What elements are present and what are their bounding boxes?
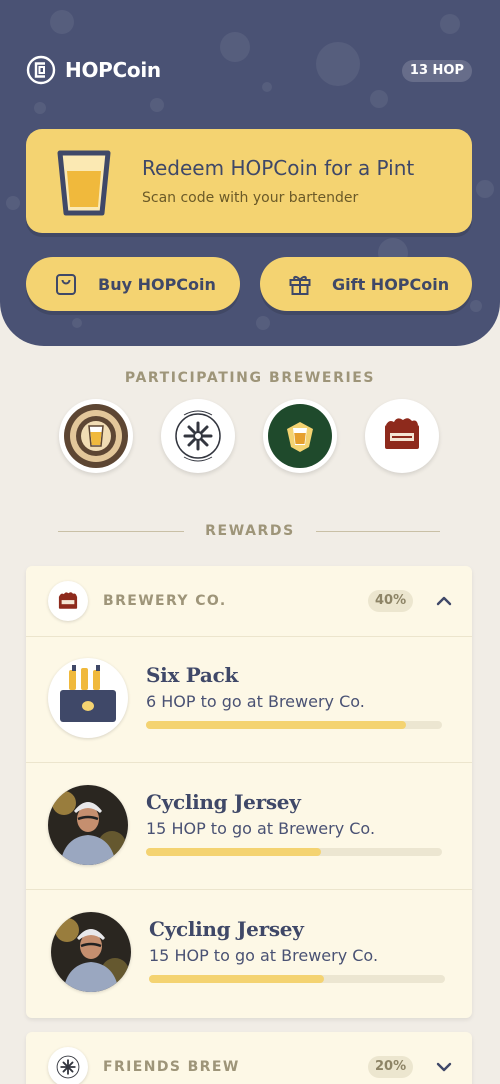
reward-name: Cycling Jersey [149, 917, 304, 941]
cyclist-photo [51, 912, 131, 992]
green-pint-brewery-logo[interactable] [263, 399, 337, 473]
brewers-crate-logo [48, 581, 88, 621]
chevron-down-icon[interactable] [434, 1057, 454, 1077]
friends-brew-rewards-card: FRIENDS BREW 20% [26, 1032, 472, 1084]
reward-item-cycling-jersey[interactable]: Cycling Jersey 15 HOP to go at Brewery C… [26, 763, 472, 889]
reward-item-six-pack[interactable]: Six Pack 6 HOP to go at Brewery Co. [26, 636, 472, 762]
brewing-company-snowflake-logo[interactable] [161, 399, 235, 473]
reward-detail: 15 HOP to go at Brewery Co. [149, 946, 379, 965]
reward-detail: 6 HOP to go at Brewery Co. [146, 692, 365, 711]
brewery-co-header[interactable]: BREWERY CO. 40% [26, 566, 472, 636]
six-pack-image [48, 658, 128, 738]
reward-detail: 15 HOP to go at Brewery Co. [146, 819, 376, 838]
redeem-subtitle: Scan code with your bartender [142, 190, 359, 206]
reward-progress-track [146, 721, 442, 729]
reward-name: Six Pack [146, 663, 239, 687]
participating-breweries-heading: PARTICIPATING BREWERIES [124, 370, 376, 386]
reward-name: Cycling Jersey [146, 790, 301, 814]
shopping-bag-icon [56, 274, 76, 295]
gift-icon [289, 276, 311, 295]
brewery-co-rewards-card: BREWERY CO. 40% Six Pack 6 HOP to go at … [26, 566, 472, 1018]
friends-brew-name: FRIENDS BREW [103, 1059, 240, 1075]
app-name: HOPCoin [65, 58, 161, 82]
chevron-up-icon[interactable] [434, 591, 454, 611]
redeem-title: Redeem HOPCoin for a Pint [142, 156, 415, 180]
brown-pint-brewery-logo[interactable] [59, 399, 133, 473]
brand: HOPCoin [26, 55, 161, 85]
reward-progress-track [149, 975, 445, 983]
brewers-crate-logo[interactable] [365, 399, 439, 473]
hopcoin-logo-icon [26, 55, 56, 85]
friends-brew-percent: 20% [368, 1056, 414, 1078]
buy-hopcoin-button[interactable]: Buy HOPCoin [26, 257, 240, 311]
cyclist-photo [48, 785, 128, 865]
buy-hopcoin-label: Buy HOPCoin [98, 274, 216, 294]
reward-progress-track [146, 848, 442, 856]
brewery-co-percent: 40% [368, 590, 414, 612]
rewards-right-divider [316, 531, 440, 532]
gift-hopcoin-label: Gift HOPCoin [332, 274, 450, 294]
brewery-co-name: BREWERY CO. [103, 593, 227, 609]
brewing-company-snowflake-logo [48, 1047, 88, 1084]
redeem-pint-card[interactable]: Redeem HOPCoin for a Pint Scan code with… [26, 129, 472, 233]
reward-progress-fill [149, 975, 324, 983]
reward-progress-fill [146, 848, 321, 856]
reward-item-cycling-jersey-2[interactable]: Cycling Jersey 15 HOP to go at Brewery C… [26, 890, 472, 1016]
balance-badge: 13 HOP [401, 60, 472, 82]
reward-progress-fill [146, 721, 407, 729]
friends-brew-header[interactable]: FRIENDS BREW 20% [26, 1032, 472, 1084]
gift-hopcoin-button[interactable]: Gift HOPCoin [260, 257, 472, 311]
pint-glass-icon [57, 150, 111, 216]
